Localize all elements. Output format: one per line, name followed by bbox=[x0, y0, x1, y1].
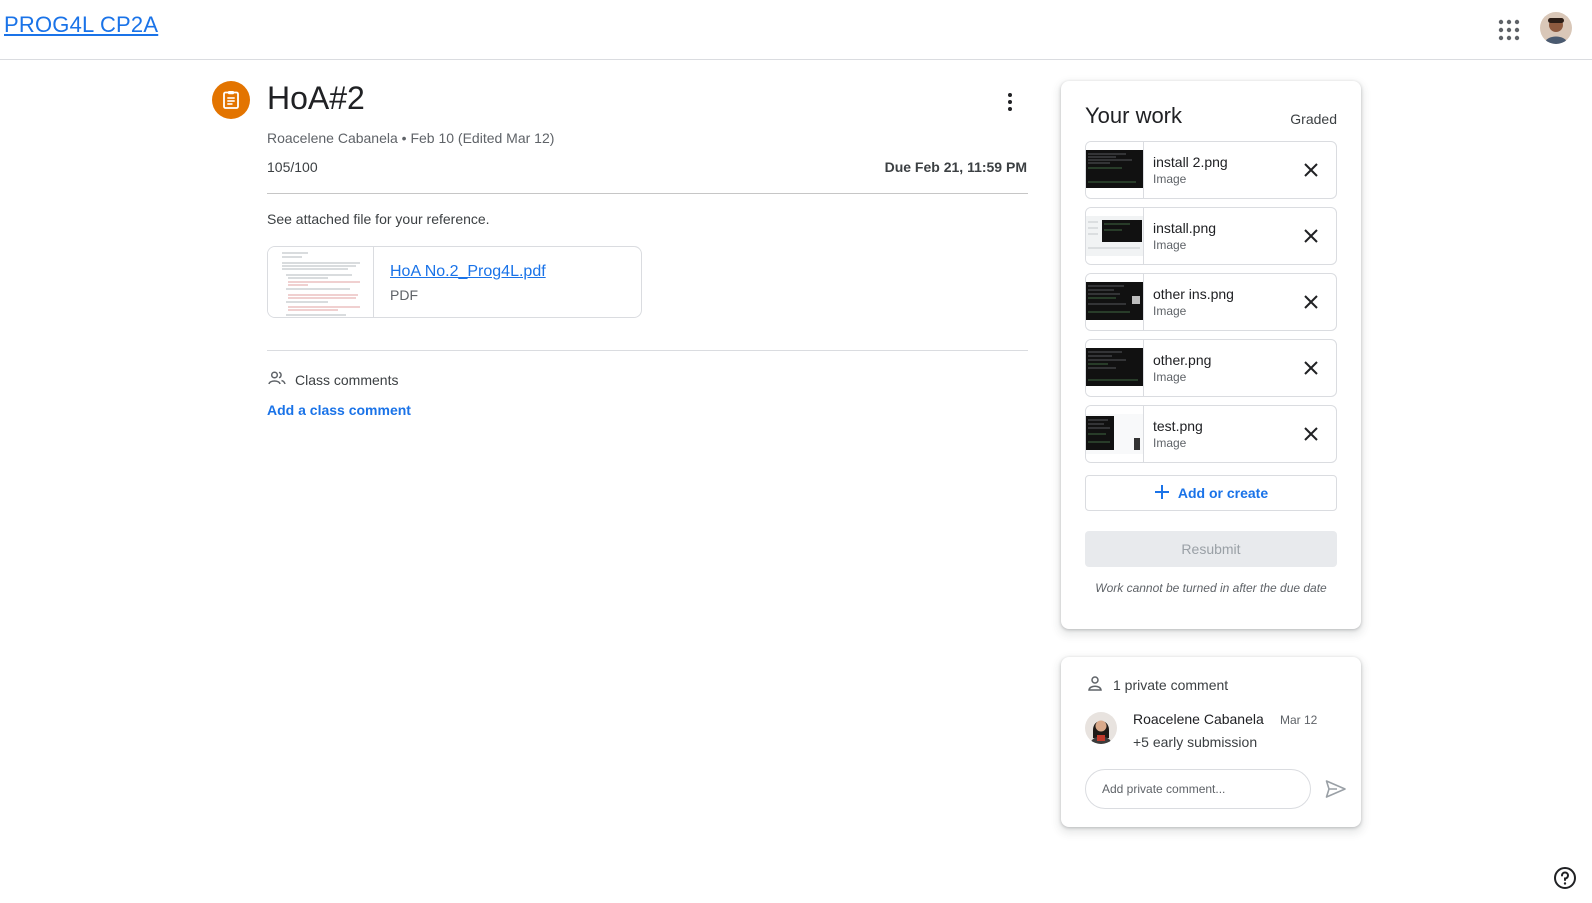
attachment-type: PDF bbox=[390, 287, 418, 303]
people-icon bbox=[267, 368, 287, 391]
file-name: other.png bbox=[1153, 352, 1212, 368]
file-type: Image bbox=[1153, 172, 1187, 186]
assignment-title: HoA#2 bbox=[267, 80, 365, 116]
image-thumbnail bbox=[1086, 340, 1144, 396]
divider bbox=[267, 193, 1028, 194]
add-or-create-button[interactable]: Add or create bbox=[1085, 475, 1337, 511]
apps-grid-icon[interactable] bbox=[1496, 17, 1522, 43]
course-title-link[interactable]: PROG4L CP2A bbox=[4, 12, 158, 38]
close-icon[interactable] bbox=[1300, 159, 1322, 181]
close-icon[interactable] bbox=[1300, 225, 1322, 247]
status-badge: Graded bbox=[1290, 111, 1337, 127]
avatar bbox=[1085, 712, 1117, 744]
top-bar: PROG4L CP2A bbox=[0, 0, 1592, 60]
pdf-thumbnail bbox=[268, 247, 374, 317]
file-item[interactable]: test.png Image bbox=[1085, 405, 1337, 463]
file-name: install.png bbox=[1153, 220, 1217, 236]
close-icon[interactable] bbox=[1300, 423, 1322, 445]
assignment-points: 105/100 bbox=[267, 159, 318, 175]
resubmit-button[interactable]: Resubmit bbox=[1085, 531, 1337, 567]
file-name: test.png bbox=[1153, 418, 1203, 434]
help-icon[interactable] bbox=[1553, 866, 1577, 890]
add-class-comment-link[interactable]: Add a class comment bbox=[267, 402, 411, 418]
comment-date: Mar 12 bbox=[1280, 713, 1318, 727]
plus-icon bbox=[1154, 484, 1170, 503]
comment-text: +5 early submission bbox=[1133, 734, 1258, 750]
image-thumbnail bbox=[1086, 142, 1144, 198]
private-comments-heading: 1 private comment bbox=[1087, 675, 1228, 694]
image-thumbnail bbox=[1086, 208, 1144, 264]
assignment-due-date: Due Feb 21, 11:59 PM bbox=[884, 159, 1027, 175]
file-list: install 2.png Image install.png Image ot… bbox=[1085, 141, 1337, 471]
close-icon[interactable] bbox=[1300, 357, 1322, 379]
your-work-title: Your work bbox=[1085, 103, 1183, 128]
due-date-note: Work cannot be turned in after the due d… bbox=[1095, 581, 1327, 595]
assignment-meta: Roacelene Cabanela • Feb 10 (Edited Mar … bbox=[267, 130, 555, 146]
file-item[interactable]: other.png Image bbox=[1085, 339, 1337, 397]
assignment-icon bbox=[212, 81, 250, 119]
file-type: Image bbox=[1153, 370, 1187, 384]
send-icon[interactable] bbox=[1325, 779, 1347, 799]
person-icon bbox=[1087, 675, 1103, 694]
image-thumbnail bbox=[1086, 406, 1144, 462]
file-item[interactable]: install 2.png Image bbox=[1085, 141, 1337, 199]
file-type: Image bbox=[1153, 436, 1187, 450]
file-name: install 2.png bbox=[1153, 154, 1228, 170]
private-comments-label: 1 private comment bbox=[1113, 676, 1229, 693]
account-avatar[interactable] bbox=[1540, 12, 1572, 44]
file-type: Image bbox=[1153, 304, 1187, 318]
file-item[interactable]: install.png Image bbox=[1085, 207, 1337, 265]
close-icon[interactable] bbox=[1300, 291, 1322, 313]
divider bbox=[267, 350, 1028, 351]
image-thumbnail bbox=[1086, 274, 1144, 330]
file-type: Image bbox=[1153, 238, 1187, 252]
more-options-icon[interactable] bbox=[998, 90, 1022, 114]
add-or-create-label: Add or create bbox=[1177, 485, 1269, 501]
file-name: other ins.png bbox=[1153, 286, 1234, 302]
your-work-card: Your work Graded install 2.png Image ins… bbox=[1061, 81, 1361, 629]
file-item[interactable]: other ins.png Image bbox=[1085, 273, 1337, 331]
private-comment-input[interactable] bbox=[1085, 769, 1311, 809]
class-comments-label: Class comments bbox=[295, 371, 399, 388]
class-comments-heading: Class comments bbox=[267, 368, 398, 391]
comment-author: Roacelene Cabanela bbox=[1133, 711, 1264, 727]
assignment-description: See attached file for your reference. bbox=[267, 211, 490, 227]
private-comments-card: 1 private comment Roacelene Cabanela Mar… bbox=[1061, 657, 1361, 827]
attachment-card[interactable]: HoA No.2_Prog4L.pdf PDF bbox=[267, 246, 642, 318]
attachment-name[interactable]: HoA No.2_Prog4L.pdf bbox=[390, 263, 546, 281]
